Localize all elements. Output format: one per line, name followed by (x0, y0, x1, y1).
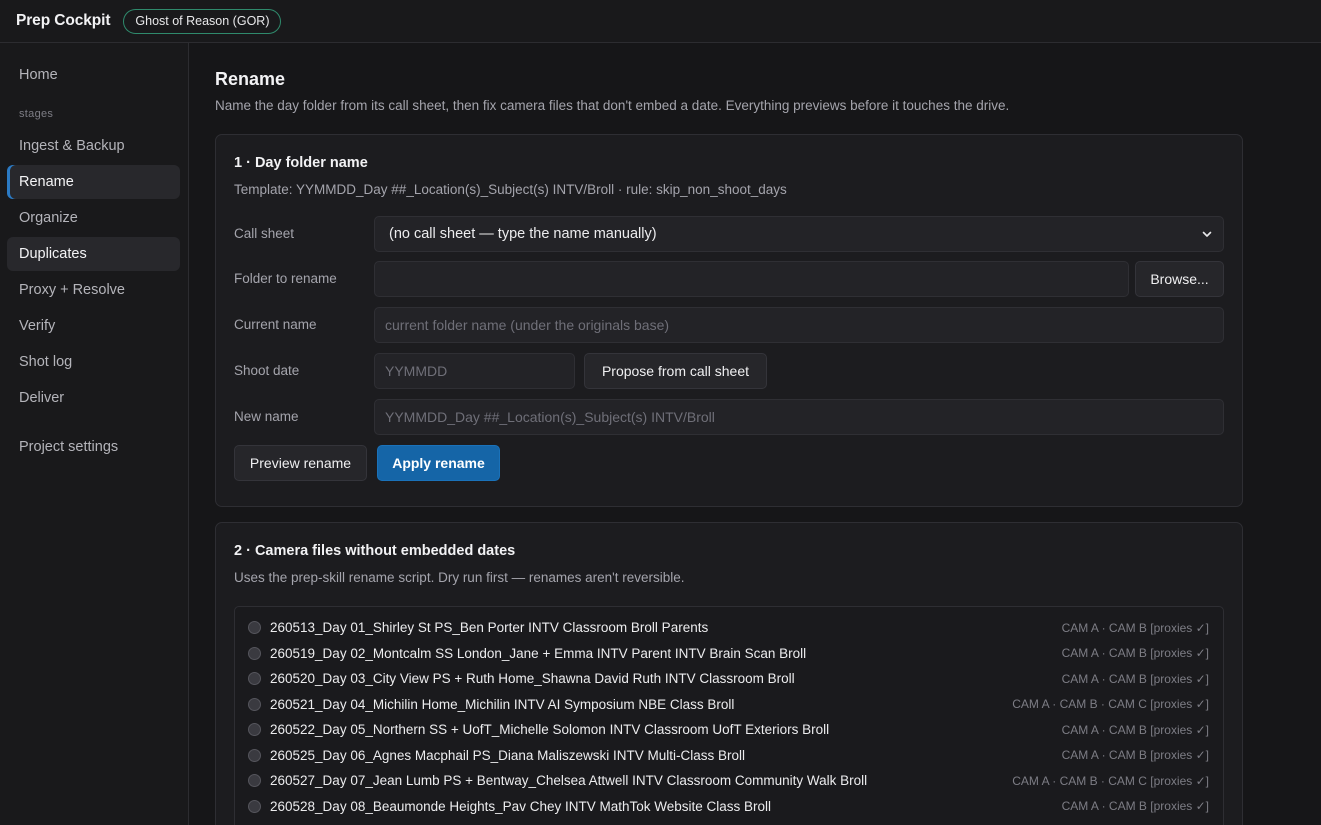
camera-files-title: 2 · Camera files without embedded dates (234, 543, 516, 559)
folder-name: 260525_Day 06_Agnes Macphail PS_Diana Ma… (270, 747, 745, 763)
camera-meta: CAM A · CAM B [proxies ✓] (1061, 646, 1209, 661)
camera-meta: CAM A · CAM B [proxies ✓] (1061, 748, 1209, 763)
current-name-placeholder: current folder name (under the originals… (385, 317, 670, 333)
apply-rename-button[interactable]: Apply rename (377, 445, 500, 481)
radio-button[interactable] (248, 723, 261, 737)
sidebar-item-ingest-backup[interactable]: Ingest & Backup (7, 129, 180, 163)
camera-meta: CAM A · CAM B · CAM C [proxies ✓] (1012, 697, 1209, 712)
list-item[interactable]: 260527_Day 07_Jean Lumb PS + Bentway_Che… (235, 768, 1223, 794)
shoot-date-placeholder: YYMMDD (385, 363, 448, 379)
radio-button[interactable] (248, 621, 261, 635)
list-item[interactable]: 260513_Day 01_Shirley St PS_Ben Porter I… (235, 615, 1223, 641)
list-item[interactable]: 260519_Day 02_Montcalm SS London_Jane + … (235, 641, 1223, 667)
shoot-date-label: Shoot date (234, 363, 300, 378)
call-sheet-select[interactable]: (no call sheet — type the name manually) (374, 216, 1224, 252)
top-bar: Prep Cockpit Ghost of Reason (GOR) (0, 0, 1321, 43)
sidebar-item-verify[interactable]: Verify (7, 309, 180, 343)
call-sheet-label: Call sheet (234, 226, 295, 241)
preview-rename-button[interactable]: Preview rename (234, 445, 367, 481)
sidebar: Home stages Ingest & Backup Rename Organ… (0, 43, 189, 825)
radio-button[interactable] (248, 774, 261, 788)
list-item[interactable]: 260520_Day 03_City View PS + Ruth Home_S… (235, 666, 1223, 692)
sidebar-item-deliver[interactable]: Deliver (7, 381, 180, 415)
sidebar-group-label: stages (19, 108, 54, 120)
folder-name: 260522_Day 05_Northern SS + UofT_Michell… (270, 722, 830, 738)
sidebar-item-home[interactable]: Home (7, 58, 180, 92)
sidebar-item-project-settings[interactable]: Project settings (7, 430, 180, 464)
radio-button[interactable] (248, 672, 261, 686)
folder-name: 260521_Day 04_Michilin Home_Michilin INT… (270, 696, 735, 712)
camera-meta: CAM A · CAM B · CAM C [proxies ✓] (1012, 773, 1209, 788)
camera-files-card: 2 · Camera files without embedded dates … (215, 522, 1243, 825)
folder-name: 260513_Day 01_Shirley St PS_Ben Porter I… (270, 620, 709, 636)
list-item[interactable]: 260525_Day 06_Agnes Macphail PS_Diana Ma… (235, 743, 1223, 769)
sidebar-item-rename[interactable]: Rename (7, 165, 180, 199)
day-folder-list: 260513_Day 01_Shirley St PS_Ben Porter I… (234, 606, 1224, 825)
project-badge[interactable]: Ghost of Reason (GOR) (123, 8, 282, 34)
current-name-input[interactable]: current folder name (under the originals… (374, 307, 1224, 343)
camera-meta: CAM A · CAM B [proxies ✓] (1061, 671, 1209, 686)
list-item[interactable]: 260521_Day 04_Michilin Home_Michilin INT… (235, 692, 1223, 718)
day-folder-title: 1 · Day folder name (234, 155, 368, 171)
page-title: Rename (215, 69, 286, 89)
radio-button[interactable] (248, 748, 261, 762)
app-title: Prep Cockpit (16, 12, 111, 29)
propose-from-call-sheet-button[interactable]: Propose from call sheet (584, 353, 767, 389)
camera-meta: CAM A · CAM B [proxies ✓] (1061, 722, 1209, 737)
new-name-input[interactable]: YYMMDD_Day ##_Location(s)_Subject(s) INT… (374, 399, 1224, 435)
camera-meta: CAM A · CAM B [proxies ✓] (1061, 620, 1209, 635)
folder-name: 260520_Day 03_City View PS + Ruth Home_S… (270, 671, 795, 687)
folder-to-rename-label: Folder to rename (234, 271, 337, 286)
radio-button[interactable] (248, 697, 261, 711)
list-item[interactable]: 260522_Day 05_Northern SS + UofT_Michell… (235, 717, 1223, 743)
camera-meta: CAM A · CAM B [proxies ✓] (1061, 799, 1209, 814)
template-text: Template: YYMMDD_Day ##_Location(s)_Subj… (234, 182, 787, 197)
page-subtitle: Name the day folder from its call sheet,… (215, 98, 1010, 113)
radio-button[interactable] (248, 646, 261, 660)
sidebar-item-shot-log[interactable]: Shot log (7, 345, 180, 379)
folder-name: 260528_Day 08_Beaumonde Heights_Pav Chey… (270, 798, 772, 814)
radio-button[interactable] (248, 799, 261, 813)
folder-name: 260527_Day 07_Jean Lumb PS + Bentway_Che… (270, 773, 868, 789)
browse-button[interactable]: Browse... (1135, 261, 1224, 297)
sidebar-item-duplicates[interactable]: Duplicates (7, 237, 180, 271)
new-name-label: New name (234, 409, 299, 424)
sidebar-item-organize[interactable]: Organize (7, 201, 180, 235)
folder-to-rename-input[interactable] (374, 261, 1129, 297)
main-content: Rename Name the day folder from its call… (190, 43, 1321, 825)
shoot-date-input[interactable]: YYMMDD (374, 353, 575, 389)
day-folder-card: 1 · Day folder name Template: YYMMDD_Day… (215, 134, 1243, 507)
current-name-label: Current name (234, 317, 317, 332)
new-name-placeholder: YYMMDD_Day ##_Location(s)_Subject(s) INT… (385, 409, 715, 425)
call-sheet-value: (no call sheet — type the name manually) (389, 226, 657, 242)
chevron-down-icon (1202, 231, 1212, 237)
list-item[interactable]: 260528_Day 08_Beaumonde Heights_Pav Chey… (235, 794, 1223, 820)
folder-name: 260519_Day 02_Montcalm SS London_Jane + … (270, 645, 807, 661)
camera-files-subtitle: Uses the prep-skill rename script. Dry r… (234, 570, 685, 585)
sidebar-item-proxy-resolve[interactable]: Proxy + Resolve (7, 273, 180, 307)
